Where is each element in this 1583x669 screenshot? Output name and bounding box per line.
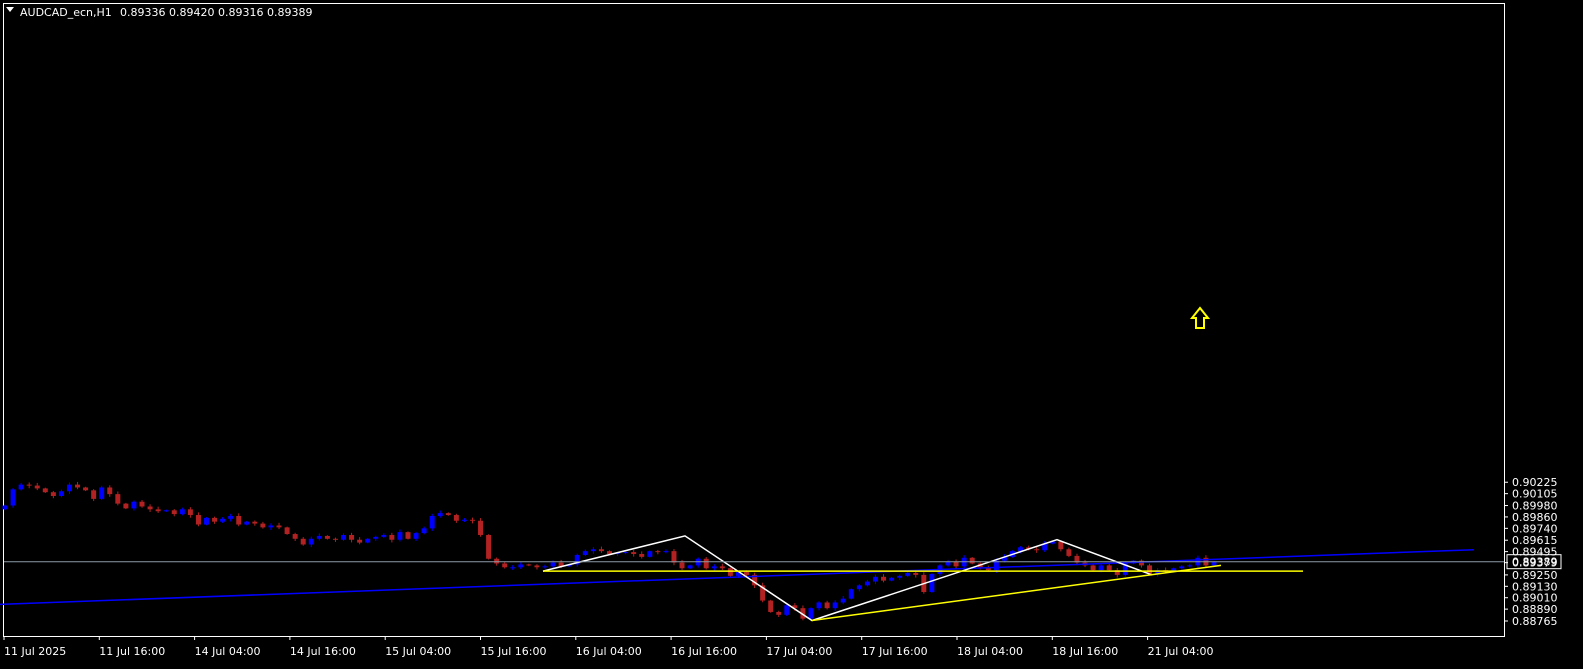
- candle: [1090, 564, 1096, 571]
- candle: [10, 488, 16, 508]
- candle: [405, 531, 411, 540]
- candle: [99, 485, 105, 501]
- candle: [2, 504, 8, 511]
- candle: [204, 517, 209, 526]
- candle: [929, 573, 935, 593]
- candle: [703, 557, 709, 570]
- x-tick-label: 11 Jul 16:00: [99, 645, 165, 658]
- candle: [727, 567, 733, 577]
- candle: [647, 550, 653, 558]
- y-tick-label: 0.89379: [1512, 557, 1558, 570]
- x-tick-label: 16 Jul 16:00: [671, 645, 737, 658]
- price-chart[interactable]: 0.89389 0.902250.901050.899800.898600.89…: [0, 0, 1583, 669]
- price-axis: 0.902250.901050.899800.898600.897400.896…: [1504, 476, 1558, 628]
- candle: [969, 557, 975, 565]
- x-tick-label: 11 Jul 2025: [4, 645, 66, 658]
- x-tick-label: 14 Jul 04:00: [195, 645, 261, 658]
- x-tick-label: 18 Jul 04:00: [957, 645, 1023, 658]
- candle: [123, 502, 129, 510]
- ohlc-values: 0.89336 0.89420 0.89316 0.89389: [120, 6, 312, 19]
- candle: [768, 599, 774, 613]
- x-tick-label: 14 Jul 16:00: [290, 645, 356, 658]
- x-tick-label: 17 Jul 04:00: [766, 645, 832, 658]
- candle: [42, 487, 48, 493]
- x-tick-label: 15 Jul 04:00: [385, 645, 451, 658]
- candle: [486, 534, 492, 560]
- x-tick-label: 17 Jul 16:00: [862, 645, 928, 658]
- candle: [365, 538, 371, 544]
- chart-background: [0, 0, 1583, 669]
- x-tick-label: 16 Jul 04:00: [576, 645, 642, 658]
- x-tick-label: 21 Jul 04:00: [1148, 645, 1214, 658]
- candle: [284, 526, 290, 535]
- y-tick-label: 0.88765: [1512, 615, 1558, 628]
- x-tick-label: 15 Jul 16:00: [481, 645, 547, 658]
- candle: [478, 518, 484, 537]
- x-tick-label: 18 Jul 16:00: [1052, 645, 1118, 658]
- chart-header: AUDCAD_ecn,H1 0.89336 0.89420 0.89316 0.…: [6, 6, 312, 19]
- candle: [808, 607, 814, 620]
- symbol-label: AUDCAD_ecn,H1: [20, 6, 112, 19]
- candle: [848, 588, 854, 600]
